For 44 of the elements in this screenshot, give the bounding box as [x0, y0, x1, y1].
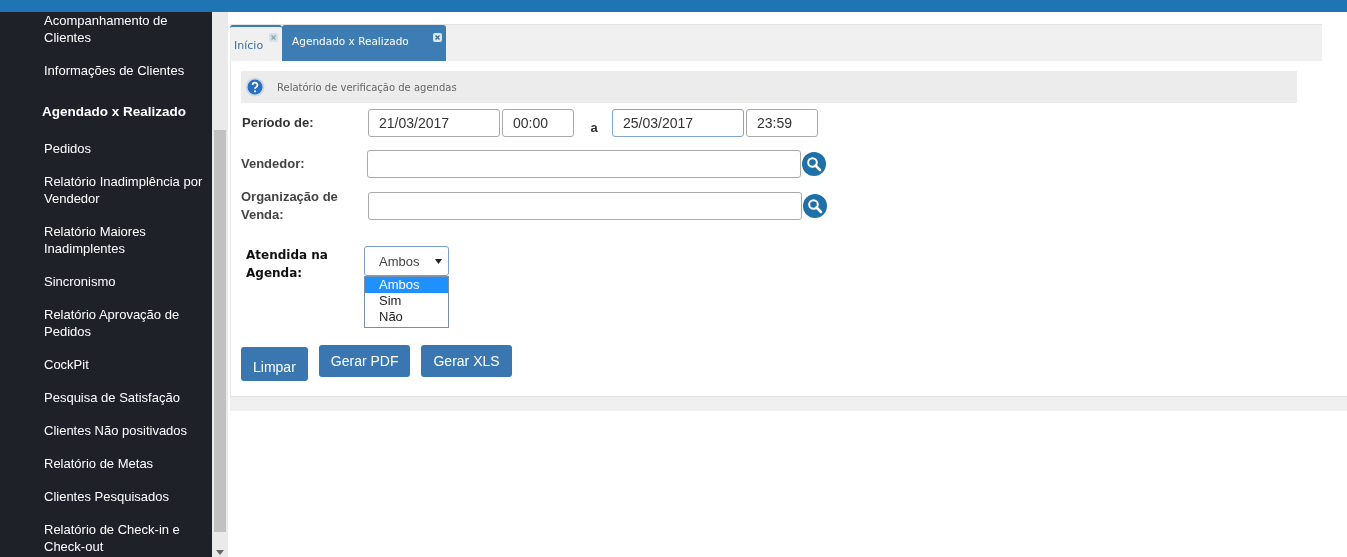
close-icon[interactable] [269, 33, 279, 42]
tab-label[interactable]: Agendado x Realizado [292, 35, 409, 47]
close-icon[interactable] [433, 33, 443, 42]
sidebar-item[interactable]: Agendado x Realizado [42, 103, 202, 120]
sidebar-item[interactable]: Relatório de Check-in e Check-out [44, 521, 204, 555]
field-label: Período de: [241, 114, 315, 132]
action-button[interactable]: Limpar [241, 347, 308, 381]
field-label: Atendida na Agenda: [245, 247, 329, 282]
sidebar-item[interactable]: Pedidos [44, 140, 204, 157]
sidebar-item[interactable]: Relatório Aprovação de Pedidos [44, 306, 204, 340]
time-field[interactable]: 23:59 [746, 109, 818, 137]
time-field[interactable]: 00:00 [502, 109, 574, 137]
action-button[interactable]: Gerar PDF [318, 345, 411, 377]
scrollbar-thumb[interactable] [214, 130, 226, 532]
search-icon[interactable] [803, 194, 827, 218]
scroll-down-icon[interactable] [216, 550, 224, 555]
date-field[interactable]: 21/03/2017 [368, 109, 500, 137]
range-separator: a [589, 119, 599, 135]
seller-field[interactable] [367, 150, 801, 178]
attended-select[interactable]: Ambos [364, 246, 449, 276]
sidebar-item[interactable]: Clientes Pesquisados [44, 488, 204, 505]
field-label: Vendedor: [241, 155, 306, 173]
date-field[interactable]: 25/03/2017 [612, 109, 744, 137]
sidebar-item[interactable]: Relatório Inadimplência por Vendedor [44, 173, 204, 207]
sidebar-item[interactable]: Informações de Clientes [44, 62, 204, 79]
action-button[interactable]: Gerar XLS [421, 345, 512, 377]
sidebar-item[interactable]: Pesquisa de Satisfação [44, 389, 204, 406]
field-label: Organização de Venda: [241, 188, 339, 224]
tab-label[interactable]: Início [234, 39, 264, 52]
search-icon[interactable] [802, 152, 826, 176]
organization-field[interactable] [368, 192, 802, 220]
sidebar-item[interactable]: Relatório Maiores Inadimplentes [44, 223, 204, 257]
caret-icon [435, 258, 442, 264]
sidebar-item[interactable]: CockPit [44, 356, 204, 373]
tab[interactable]: Agendado x Realizado [282, 25, 447, 61]
sidebar-item[interactable]: Clientes Não positivados [44, 422, 204, 439]
dropdown-option[interactable]: Não [365, 309, 448, 325]
scrollbar[interactable] [212, 12, 228, 557]
sidebar-item[interactable]: Sincronismo [44, 273, 204, 290]
sidebar-item[interactable]: Relatório de Metas [44, 455, 204, 472]
help-icon [245, 77, 265, 97]
dropdown-option[interactable]: Sim [365, 293, 448, 309]
sidebar-item[interactable]: Acompanhamento de Clientes [44, 12, 204, 46]
panel-title: Relatório de verificação de agendas [277, 81, 457, 93]
